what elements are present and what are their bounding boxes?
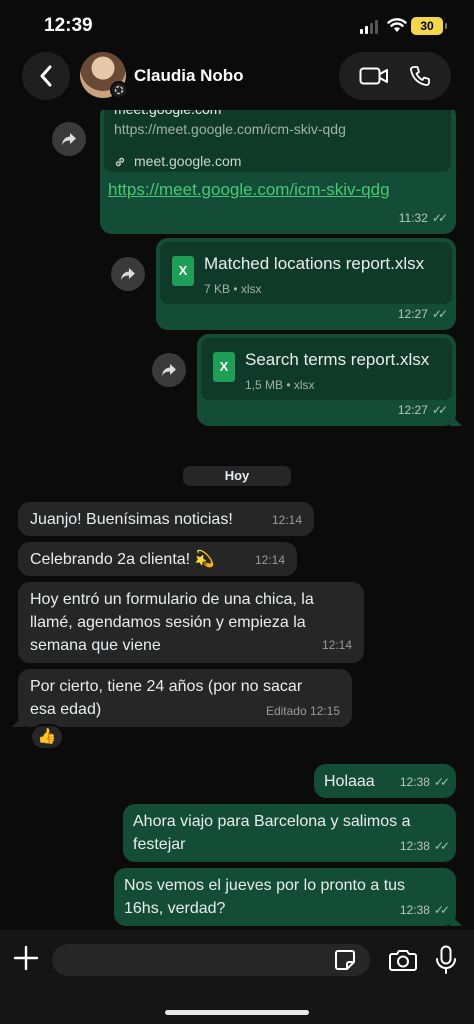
date-separator: Hoy (183, 466, 291, 486)
preview-domain: meet.google.com (114, 150, 241, 173)
link-preview-card[interactable]: meet.google.com https://meet.google.com/… (104, 110, 451, 172)
outgoing-message[interactable]: Holaaa 12:38 ✓✓ (314, 764, 456, 798)
message-meta: 11:32 ✓✓ (398, 207, 448, 230)
link-message[interactable]: meet.google.com https://meet.google.com/… (100, 110, 456, 234)
forward-arrow-icon (121, 268, 135, 280)
status-bar: 12:39 30 (0, 0, 474, 50)
message-text-line: Nos vemos el jueves por lo pronto a tus (124, 877, 406, 894)
message-text-line: Hoy entró un formulario de una chica, la (30, 591, 314, 608)
message-time: 12:14 (271, 513, 302, 527)
message-time: 12:27 (397, 403, 428, 417)
video-camera-icon[interactable] (359, 66, 389, 86)
forward-arrow-icon (62, 133, 76, 145)
read-receipt-icon: ✓✓ (431, 307, 448, 321)
message-text-line: Por cierto, tiene 24 años (por no sacar (30, 678, 303, 695)
contact-name[interactable]: Claudia Nobo (134, 66, 244, 86)
incoming-message[interactable]: Celebrando 2a clienta! 💫 12:14 (18, 542, 297, 576)
message-meta: 12:14 (255, 549, 285, 572)
cellular-signal-icon (360, 20, 378, 34)
file-info: 1,5 MB • xlsx (245, 378, 315, 392)
camera-icon[interactable] (389, 948, 417, 972)
excel-file-icon: X (213, 352, 235, 382)
read-receipt-icon: ✓✓ (433, 903, 450, 917)
outgoing-message[interactable]: Nos vemos el jueves por lo pronto a tus … (114, 868, 456, 926)
message-text: Celebrando 2a clienta! 💫 (30, 551, 215, 568)
message-text-line: 16hs, verdad? (124, 900, 226, 917)
back-button[interactable] (22, 52, 70, 100)
message-input[interactable] (52, 944, 370, 976)
file-message[interactable]: X Search terms report.xlsx 1,5 MB • xlsx… (197, 334, 456, 426)
plus-icon[interactable] (12, 944, 40, 972)
message-meta: 12:14 (272, 509, 302, 532)
message-meta: 12:14 (322, 634, 352, 657)
forward-button[interactable] (111, 257, 145, 291)
wifi-icon (387, 18, 407, 32)
forward-arrow-icon (162, 364, 176, 376)
file-message[interactable]: X Matched locations report.xlsx 7 KB • x… (156, 238, 456, 330)
outgoing-message[interactable]: Ahora viajo para Barcelona y salimos a f… (123, 804, 456, 862)
read-receipt-icon: ✓✓ (431, 211, 448, 225)
read-receipt-icon: ✓✓ (433, 839, 450, 853)
message-meta: 12:27 ✓✓ (397, 303, 448, 326)
phone-icon[interactable] (409, 65, 431, 87)
excel-file-icon: X (172, 256, 194, 286)
file-info: 7 KB • xlsx (204, 282, 262, 296)
message-time: 12:38 (399, 839, 430, 853)
chat-header: Claudia Nobo (0, 48, 474, 110)
call-actions (339, 52, 451, 100)
status-time: 12:39 (44, 15, 93, 36)
message-time: 12:14 (254, 553, 285, 567)
message-meta: 12:38 ✓✓ (399, 835, 450, 858)
microphone-icon[interactable] (435, 945, 457, 975)
forward-button[interactable] (152, 353, 186, 387)
message-meta: 12:38 ✓✓ (399, 899, 450, 922)
message-list[interactable]: meet.google.com https://meet.google.com/… (0, 110, 474, 930)
message-time: 12:38 (399, 775, 430, 789)
reaction-badge[interactable]: 👍 (30, 724, 64, 750)
file-name: Search terms report.xlsx (245, 350, 430, 369)
chevron-left-icon (40, 65, 52, 87)
incoming-message[interactable]: Por cierto, tiene 24 años (por no sacar … (18, 669, 352, 727)
file-card[interactable]: X Search terms report.xlsx 1,5 MB • xlsx (201, 338, 452, 400)
status-ring-icon (110, 81, 128, 99)
file-card[interactable]: X Matched locations report.xlsx 7 KB • x… (160, 242, 452, 304)
message-meta: Editado 12:15 (266, 700, 340, 723)
message-link[interactable]: https://meet.google.com/icm-skiv-qdg (108, 178, 390, 201)
incoming-message[interactable]: Juanjo! Buenísimas noticias! 12:14 (18, 502, 314, 536)
read-receipt-icon: ✓✓ (431, 403, 448, 417)
preview-url: https://meet.google.com/icm-skiv-qdg (114, 121, 346, 137)
message-text: Juanjo! Buenísimas noticias! (30, 511, 233, 528)
message-text-line: Ahora viajo para Barcelona y salimos a (133, 813, 411, 830)
message-meta: 12:38 ✓✓ (399, 771, 450, 794)
message-time: 12:38 (399, 903, 430, 917)
message-time: 12:27 (397, 307, 428, 321)
forward-button[interactable] (52, 122, 86, 156)
battery-indicator: 30 (411, 17, 447, 35)
message-meta: 12:27 ✓✓ (397, 399, 448, 422)
message-time: 12:14 (321, 638, 352, 652)
message-time: Editado 12:15 (265, 704, 340, 718)
incoming-message[interactable]: Hoy entró un formulario de una chica, la… (18, 582, 364, 663)
composer-bar (0, 930, 474, 1024)
message-text-line: llamé, agendamos sesión y empieza la (30, 614, 306, 631)
read-receipt-icon: ✓✓ (433, 775, 450, 789)
preview-domain-text: meet.google.com (134, 153, 242, 169)
home-indicator (165, 1010, 309, 1015)
message-time: 11:32 (398, 211, 428, 225)
message-text: Holaaa (324, 773, 375, 790)
sticker-icon[interactable] (334, 949, 356, 971)
file-name: Matched locations report.xlsx (204, 254, 425, 273)
link-icon (115, 157, 125, 166)
message-text-line: semana que viene (30, 637, 161, 654)
